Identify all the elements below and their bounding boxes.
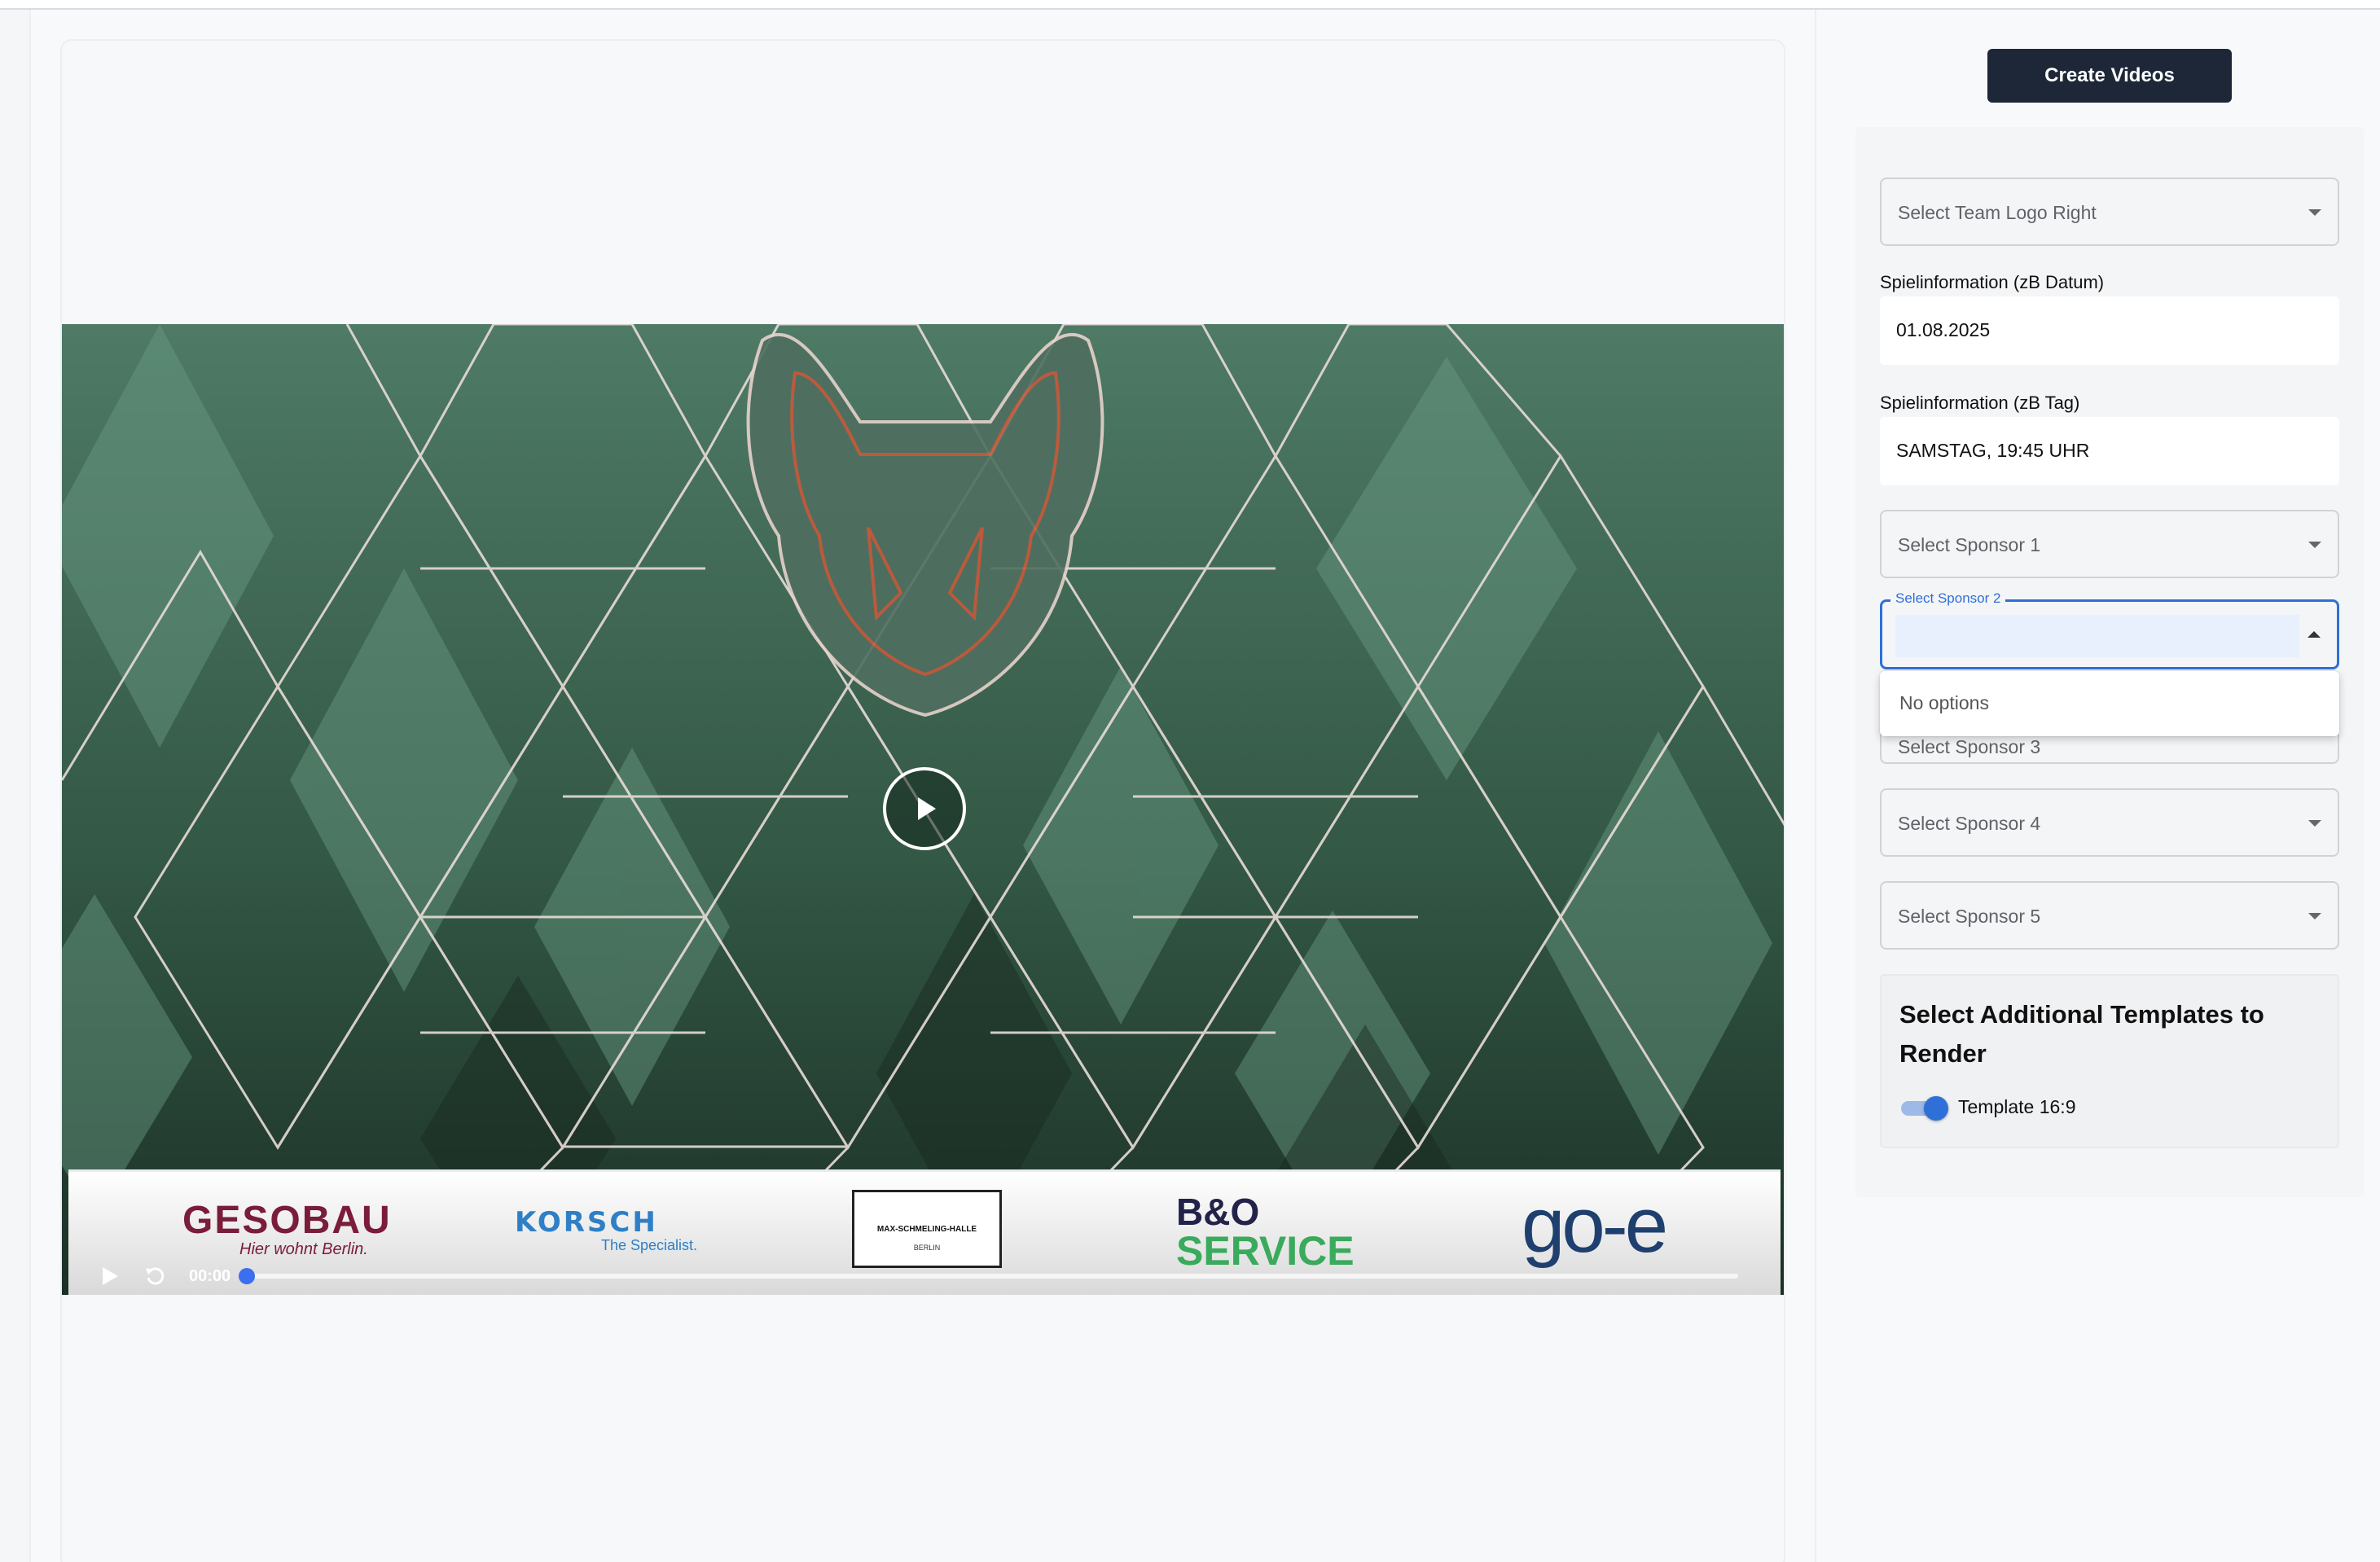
left-gutter xyxy=(0,10,31,1562)
video-player[interactable]: GESOBAU Hier wohnt Berlin. KORSCH The Sp… xyxy=(62,324,1784,1295)
play-button[interactable] xyxy=(93,1260,125,1292)
sponsor-tagline: BERLIN xyxy=(913,1244,941,1252)
sponsor-tagline: The Specialist. xyxy=(601,1237,698,1253)
sponsor-5-select[interactable]: Select Sponsor 5 xyxy=(1880,881,2339,950)
toggle-knob[interactable] xyxy=(1924,1096,1948,1121)
chevron-down-icon xyxy=(2308,913,2321,919)
sponsor-1-select[interactable]: Select Sponsor 1 xyxy=(1880,510,2339,578)
input-value: SAMSTAG, 19:45 UHR xyxy=(1896,440,2090,461)
chevron-up-icon[interactable] xyxy=(2308,631,2321,638)
sponsor-name: KORSCH xyxy=(515,1206,658,1239)
sponsor-logo-gesobau: GESOBAU Hier wohnt Berlin. xyxy=(182,1201,392,1259)
spielinfo-datum-input[interactable]: 01.08.2025 xyxy=(1880,296,2339,365)
video-controls: 00:00 xyxy=(93,1260,1771,1292)
play-icon xyxy=(103,1267,118,1285)
templates-title: Select Additional Templates to Render xyxy=(1899,1000,2264,1068)
big-play-button[interactable] xyxy=(883,767,966,850)
seek-bar[interactable] xyxy=(239,1268,1738,1284)
sponsor-banner: GESOBAU Hier wohnt Berlin. KORSCH The Sp… xyxy=(68,1169,1781,1295)
sponsor-logo-korsch: KORSCH The Specialist. xyxy=(515,1208,697,1254)
sponsor-name: B&O xyxy=(1176,1191,1260,1233)
sponsor-2-dropdown: No options xyxy=(1880,671,2339,736)
spielinfo-tag-input[interactable]: SAMSTAG, 19:45 UHR xyxy=(1880,417,2339,485)
preview-panel: GESOBAU Hier wohnt Berlin. KORSCH The Sp… xyxy=(60,39,1785,1562)
sponsor-2-input[interactable] xyxy=(1895,615,2299,657)
no-options-text: No options xyxy=(1899,692,1989,713)
sponsor-4-select[interactable]: Select Sponsor 4 xyxy=(1880,788,2339,857)
select-placeholder: Select Team Logo Right xyxy=(1898,202,2097,223)
seek-handle[interactable] xyxy=(239,1268,256,1284)
sponsor-logo-halle: MAX-SCHMELING-HALLE BERLIN xyxy=(852,1190,1002,1268)
chevron-down-icon xyxy=(2308,209,2321,216)
sponsor-name: GESOBAU xyxy=(182,1199,392,1242)
floating-label: Select Sponsor 2 xyxy=(1890,590,2006,607)
spielinfo-datum-label: Spielinformation (zB Datum) xyxy=(1880,272,2105,292)
settings-form: Select Team Logo Right Spielinformation … xyxy=(1855,127,2364,1197)
sidebar-divider xyxy=(1815,10,1816,1562)
create-videos-button[interactable]: Create Videos xyxy=(1987,49,2232,103)
sponsor-logo-go-e: go-e xyxy=(1522,1182,1668,1269)
select-placeholder: Select Sponsor 5 xyxy=(1898,906,2041,927)
chevron-down-icon xyxy=(2308,820,2321,827)
template-16-9-toggle[interactable] xyxy=(1901,1096,1948,1121)
select-placeholder: Select Sponsor 4 xyxy=(1898,813,2041,834)
chevron-down-icon xyxy=(2308,542,2321,548)
select-placeholder: Select Sponsor 3 xyxy=(1898,736,2041,757)
time-display: 00:00 xyxy=(189,1266,231,1285)
team-logo-right-select[interactable]: Select Team Logo Right xyxy=(1880,178,2339,246)
play-icon xyxy=(918,797,936,820)
sponsor-tagline: Hier wohnt Berlin. xyxy=(239,1240,368,1258)
top-bar xyxy=(0,0,2380,10)
additional-templates-card: Select Additional Templates to Render Te… xyxy=(1880,974,2339,1148)
sponsor-2-select[interactable]: Select Sponsor 2 xyxy=(1880,590,2339,669)
spielinfo-tag-label: Spielinformation (zB Tag) xyxy=(1880,393,2080,413)
input-value: 01.08.2025 xyxy=(1896,319,1991,340)
replay-button[interactable] xyxy=(138,1260,171,1292)
sponsor-name: MAX-SCHMELING-HALLE xyxy=(876,1225,977,1234)
template-16-9-label: Template 16:9 xyxy=(1958,1096,2076,1117)
select-placeholder: Select Sponsor 1 xyxy=(1898,534,2041,555)
replay-icon xyxy=(146,1267,165,1285)
